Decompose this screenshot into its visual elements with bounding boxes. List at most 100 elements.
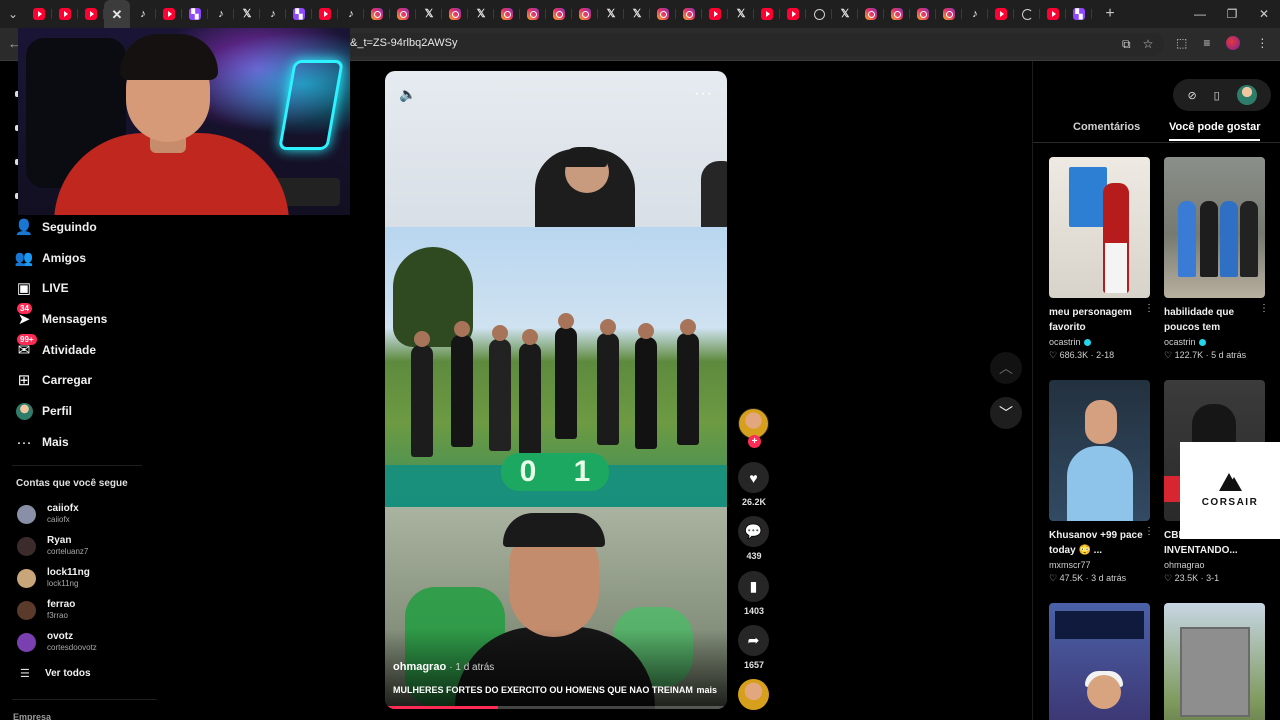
recommended-video-card[interactable]: meu personagem favorito ocastrin ♡ 686.3… bbox=[1049, 157, 1154, 361]
browser-tab[interactable]: ♪ bbox=[130, 0, 156, 28]
like-button[interactable]: ♥ 26.2K bbox=[738, 462, 770, 507]
browser-tab[interactable] bbox=[806, 0, 832, 28]
browser-tab[interactable] bbox=[702, 0, 728, 28]
browser-tab[interactable] bbox=[650, 0, 676, 28]
open-in-app-icon[interactable]: ⧉ bbox=[1122, 37, 1131, 52]
more-options-icon[interactable]: ··· bbox=[694, 85, 713, 103]
user-avatar[interactable] bbox=[1236, 85, 1257, 105]
browser-tab[interactable] bbox=[858, 0, 884, 28]
browser-tab[interactable] bbox=[910, 0, 936, 28]
footer-company-link[interactable]: Empresa bbox=[13, 712, 51, 720]
recommended-video-card[interactable]: habilidade que poucos tem ocastrin ♡ 122… bbox=[1164, 157, 1269, 361]
previous-video-button[interactable]: ︿ bbox=[990, 352, 1022, 384]
browser-tab[interactable] bbox=[312, 0, 338, 28]
browser-tab[interactable] bbox=[78, 0, 104, 28]
sidebar-item-profile[interactable]: Perfil bbox=[15, 400, 72, 422]
browser-tab[interactable] bbox=[988, 0, 1014, 28]
sidebar-item-following[interactable]: 👤 Seguindo bbox=[15, 216, 97, 238]
browser-tab[interactable]: 𝕏 bbox=[624, 0, 650, 28]
follow-plus-icon[interactable]: + bbox=[748, 435, 761, 448]
friends-icon: 👥 bbox=[14, 250, 34, 267]
browser-tab[interactable]: ♪ bbox=[260, 0, 286, 28]
browser-tab[interactable]: ▚ bbox=[286, 0, 312, 28]
creator-avatar[interactable]: + bbox=[738, 408, 769, 448]
browser-tab[interactable] bbox=[780, 0, 806, 28]
url-text[interactable]: &_t=ZS-94rlbq2AWSy bbox=[350, 37, 458, 49]
restore-icon[interactable]: ❐ bbox=[1216, 7, 1248, 21]
browser-tab[interactable] bbox=[572, 0, 598, 28]
tab-comments[interactable]: Comentários bbox=[1073, 121, 1140, 133]
card-more-icon[interactable]: ⋮ bbox=[1144, 526, 1154, 537]
browser-tab[interactable] bbox=[442, 0, 468, 28]
sidebar-item-activity[interactable]: ✉ 99+ Atividade bbox=[15, 334, 96, 361]
close-window-icon[interactable]: ✕ bbox=[1248, 7, 1280, 21]
browser-tab[interactable]: 𝕏 bbox=[468, 0, 494, 28]
video-progress-bar[interactable] bbox=[385, 706, 727, 709]
minimize-icon[interactable]: — bbox=[1184, 7, 1216, 21]
browser-tab[interactable] bbox=[884, 0, 910, 28]
browser-tab[interactable]: ✕ bbox=[104, 0, 130, 28]
omnibox[interactable]: &_t=ZS-94rlbq2AWSy ⧉ ☆ bbox=[344, 33, 1164, 56]
video-author[interactable]: ohmagrao bbox=[393, 661, 446, 673]
following-account[interactable]: ferrao f3rrao bbox=[17, 599, 75, 621]
following-account[interactable]: lock11ng lock11ng bbox=[17, 567, 90, 589]
browser-tab[interactable]: 𝕏 bbox=[234, 0, 260, 28]
browser-tab[interactable] bbox=[26, 0, 52, 28]
browser-tab[interactable] bbox=[676, 0, 702, 28]
browser-tab[interactable] bbox=[494, 0, 520, 28]
mute-icon[interactable]: 🔈 bbox=[399, 86, 416, 103]
browser-tab[interactable]: ▚ bbox=[1066, 0, 1092, 28]
browser-tab[interactable]: ▚ bbox=[182, 0, 208, 28]
card-more-icon[interactable]: ⋮ bbox=[1259, 303, 1269, 314]
browser-tab[interactable] bbox=[936, 0, 962, 28]
browser-tab[interactable] bbox=[754, 0, 780, 28]
comment-button[interactable]: 💬 439 bbox=[738, 516, 770, 561]
browser-tab[interactable] bbox=[1040, 0, 1066, 28]
sidebar-item-friends[interactable]: 👥 Amigos bbox=[15, 247, 86, 269]
following-account[interactable]: caiiofx caiiofx bbox=[17, 503, 79, 525]
sidebar-item-messages[interactable]: ➤ 34 Mensagens bbox=[15, 303, 107, 330]
tab-search-chevron-icon[interactable]: ⌄ bbox=[0, 0, 26, 28]
recommended-video-card[interactable] bbox=[1164, 603, 1265, 720]
x-icon: 𝕏 bbox=[476, 7, 486, 20]
browser-tab[interactable] bbox=[520, 0, 546, 28]
extensions-icon[interactable]: ⬚ bbox=[1176, 36, 1187, 50]
browser-tab[interactable]: ♪ bbox=[208, 0, 234, 28]
close-icon[interactable]: ✕ bbox=[111, 8, 123, 21]
media-controls-icon[interactable]: ≡ bbox=[1203, 36, 1210, 50]
card-more-icon[interactable]: ⋮ bbox=[1144, 303, 1154, 314]
compass-icon[interactable]: ⊘ bbox=[1187, 89, 1196, 102]
new-tab-button[interactable]: + bbox=[1098, 5, 1122, 23]
following-account[interactable]: Ryan corteluanz7 bbox=[17, 535, 88, 557]
save-button[interactable]: ▮ 1403 bbox=[738, 571, 770, 616]
browser-tab[interactable] bbox=[390, 0, 416, 28]
sidebar-item-live[interactable]: ▣ LIVE bbox=[15, 277, 69, 299]
following-account[interactable]: ovotz cortesdoovotz bbox=[17, 631, 97, 653]
browser-tab[interactable] bbox=[364, 0, 390, 28]
video-player[interactable]: 0 1 🔈 ··· ohmagrao · 1 d atrás MULHERES … bbox=[385, 71, 727, 709]
browser-tab[interactable]: ♪ bbox=[338, 0, 364, 28]
recommended-video-card[interactable] bbox=[1049, 603, 1150, 720]
browser-tab[interactable]: 𝕏 bbox=[832, 0, 858, 28]
browser-tab[interactable] bbox=[1014, 0, 1040, 28]
sidebar-item-more[interactable]: ··· Mais bbox=[15, 431, 69, 453]
next-creator-avatar[interactable] bbox=[738, 679, 769, 710]
share-button[interactable]: ➦ 1657 bbox=[738, 625, 770, 670]
sidebar-item-upload[interactable]: ⊞ Carregar bbox=[15, 369, 92, 391]
see-all-accounts-button[interactable]: ☰ Ver todos bbox=[20, 667, 91, 680]
tab-you-may-like[interactable]: Você pode gostar bbox=[1169, 121, 1261, 141]
browser-tab[interactable]: 𝕏 bbox=[598, 0, 624, 28]
browser-profile-avatar[interactable] bbox=[1226, 36, 1241, 50]
browser-tab[interactable] bbox=[546, 0, 572, 28]
browser-tab[interactable] bbox=[52, 0, 78, 28]
bookmark-star-icon[interactable]: ☆ bbox=[1143, 37, 1154, 52]
browser-tab[interactable]: 𝕏 bbox=[416, 0, 442, 28]
browser-tab[interactable]: 𝕏 bbox=[728, 0, 754, 28]
browser-tab[interactable] bbox=[156, 0, 182, 28]
recommended-video-card[interactable]: Khusanov +99 pace today 😳 ... mxmscr77 ♡… bbox=[1049, 380, 1154, 584]
browser-menu-icon[interactable]: ⋮ bbox=[1256, 36, 1268, 50]
next-video-button[interactable]: ﹀ bbox=[990, 397, 1022, 429]
device-icon[interactable]: ▯ bbox=[1214, 89, 1220, 102]
browser-tab[interactable]: ♪ bbox=[962, 0, 988, 28]
caption-more-button[interactable]: mais bbox=[696, 685, 717, 695]
